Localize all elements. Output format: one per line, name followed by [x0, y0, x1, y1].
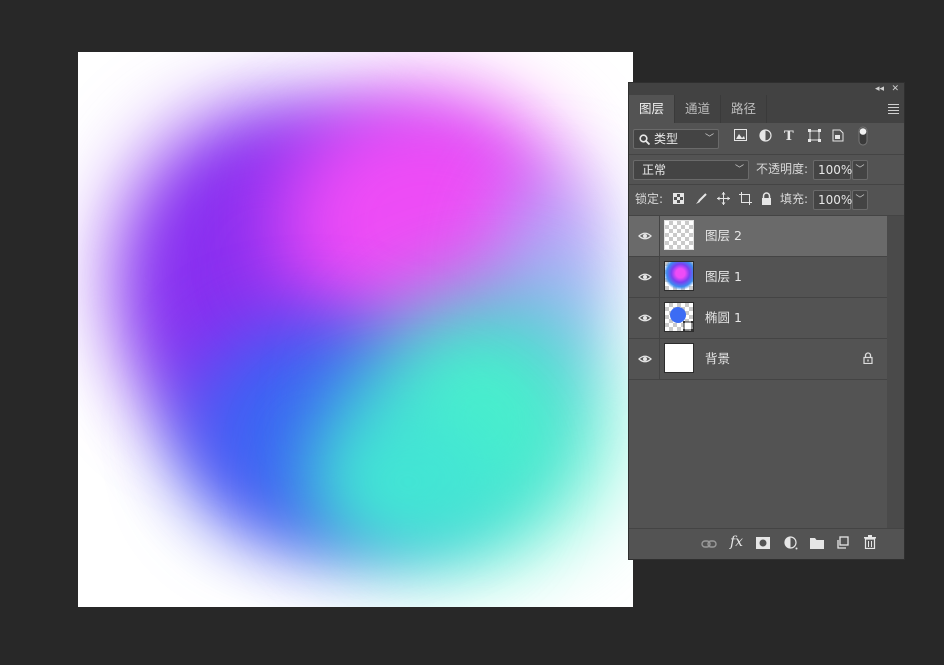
layer-thumbnail[interactable] — [664, 302, 694, 332]
layer-name[interactable]: 图层 2 — [705, 216, 742, 256]
layers-list: 图层 2 图层 1 椭圆 1 背景 — [629, 216, 887, 380]
layer-filter-select[interactable]: 类型 ﹀ — [633, 129, 719, 149]
opacity-input[interactable]: 100% — [813, 160, 852, 180]
trash-icon[interactable] — [864, 535, 876, 549]
shape-filter-icon[interactable] — [808, 129, 821, 142]
chevron-down-icon: ﹀ — [734, 165, 744, 175]
layers-panel-footer: fx — [629, 528, 904, 559]
search-icon — [639, 134, 650, 145]
adjustment-layer-icon[interactable] — [784, 536, 798, 550]
new-layer-icon[interactable] — [837, 536, 849, 549]
fill-slider-toggle[interactable]: ﹀ — [852, 190, 868, 210]
adjustment-filter-icon[interactable] — [759, 129, 772, 142]
eye-visibility-icon[interactable] — [638, 270, 652, 284]
layer-row-layer-1[interactable]: 图层 1 — [629, 257, 887, 298]
lock-all-icon[interactable] — [761, 192, 772, 205]
lock-label: 锁定: — [635, 192, 664, 206]
link-layers-icon[interactable] — [701, 539, 717, 549]
layer-thumbnail[interactable] — [664, 343, 694, 373]
layer-row-background[interactable]: 背景 — [629, 339, 887, 380]
layers-panel: ◂◂ ✕ 图层 通道 路径 类型 ﹀ T 正常 ﹀ 不透明度: 100% ﹀ 锁… — [628, 82, 905, 560]
layers-scrollbar[interactable] — [887, 216, 904, 528]
fill-input[interactable]: 100% — [813, 190, 852, 210]
layer-thumbnail[interactable] — [664, 220, 694, 250]
lock-artboard-icon[interactable] — [739, 192, 752, 205]
panel-title-bar[interactable]: ◂◂ ✕ — [629, 83, 904, 95]
tab-paths[interactable]: 路径 — [721, 95, 768, 123]
eye-visibility-icon[interactable] — [638, 352, 652, 366]
panel-tab-bar: 图层 通道 路径 — [629, 95, 904, 123]
layer-row-ellipse-1[interactable]: 椭圆 1 — [629, 298, 887, 339]
eye-visibility-icon[interactable] — [638, 311, 652, 325]
layer-name[interactable]: 椭圆 1 — [705, 298, 742, 338]
chevron-down-icon: ﹀ — [704, 134, 714, 144]
lock-icon[interactable] — [863, 352, 873, 364]
layer-name[interactable]: 图层 1 — [705, 257, 742, 297]
blend-mode-select[interactable]: 正常 ﹀ — [633, 160, 749, 180]
collapse-panel-icon[interactable]: ◂◂ — [875, 83, 884, 95]
lock-position-icon[interactable] — [717, 192, 730, 205]
close-panel-icon[interactable]: ✕ — [891, 83, 899, 95]
image-filter-icon[interactable] — [734, 129, 747, 141]
opacity-label: 不透明度: — [756, 162, 809, 176]
lock-transparent-pixels-icon[interactable] — [673, 193, 684, 204]
tab-layers[interactable]: 图层 — [629, 95, 676, 123]
teal-blob-lower — [308, 402, 508, 562]
blend-mode-value: 正常 — [642, 163, 667, 177]
fill-label: 填充: — [780, 192, 809, 206]
layer-name[interactable]: 背景 — [705, 339, 730, 379]
tab-channels[interactable]: 通道 — [675, 95, 722, 123]
type-filter-icon[interactable]: T — [784, 129, 794, 145]
eye-visibility-icon[interactable] — [638, 229, 652, 243]
filter-toggle-icon[interactable] — [858, 126, 868, 146]
group-folder-icon[interactable] — [810, 537, 824, 549]
layer-filter-value: 类型 — [654, 132, 679, 146]
smart-object-filter-icon[interactable] — [832, 129, 844, 142]
lock-image-pixels-icon[interactable] — [695, 193, 707, 205]
layer-row-layer-2[interactable]: 图层 2 — [629, 216, 887, 257]
layer-mask-icon[interactable] — [756, 537, 770, 549]
document-canvas[interactable] — [78, 52, 633, 607]
layer-thumbnail[interactable] — [664, 261, 694, 291]
opacity-slider-toggle[interactable]: ﹀ — [852, 160, 868, 180]
ellipse-shape-icon — [670, 307, 693, 331]
panel-menu-icon[interactable] — [888, 102, 899, 116]
fx-icon[interactable]: fx — [730, 534, 743, 550]
